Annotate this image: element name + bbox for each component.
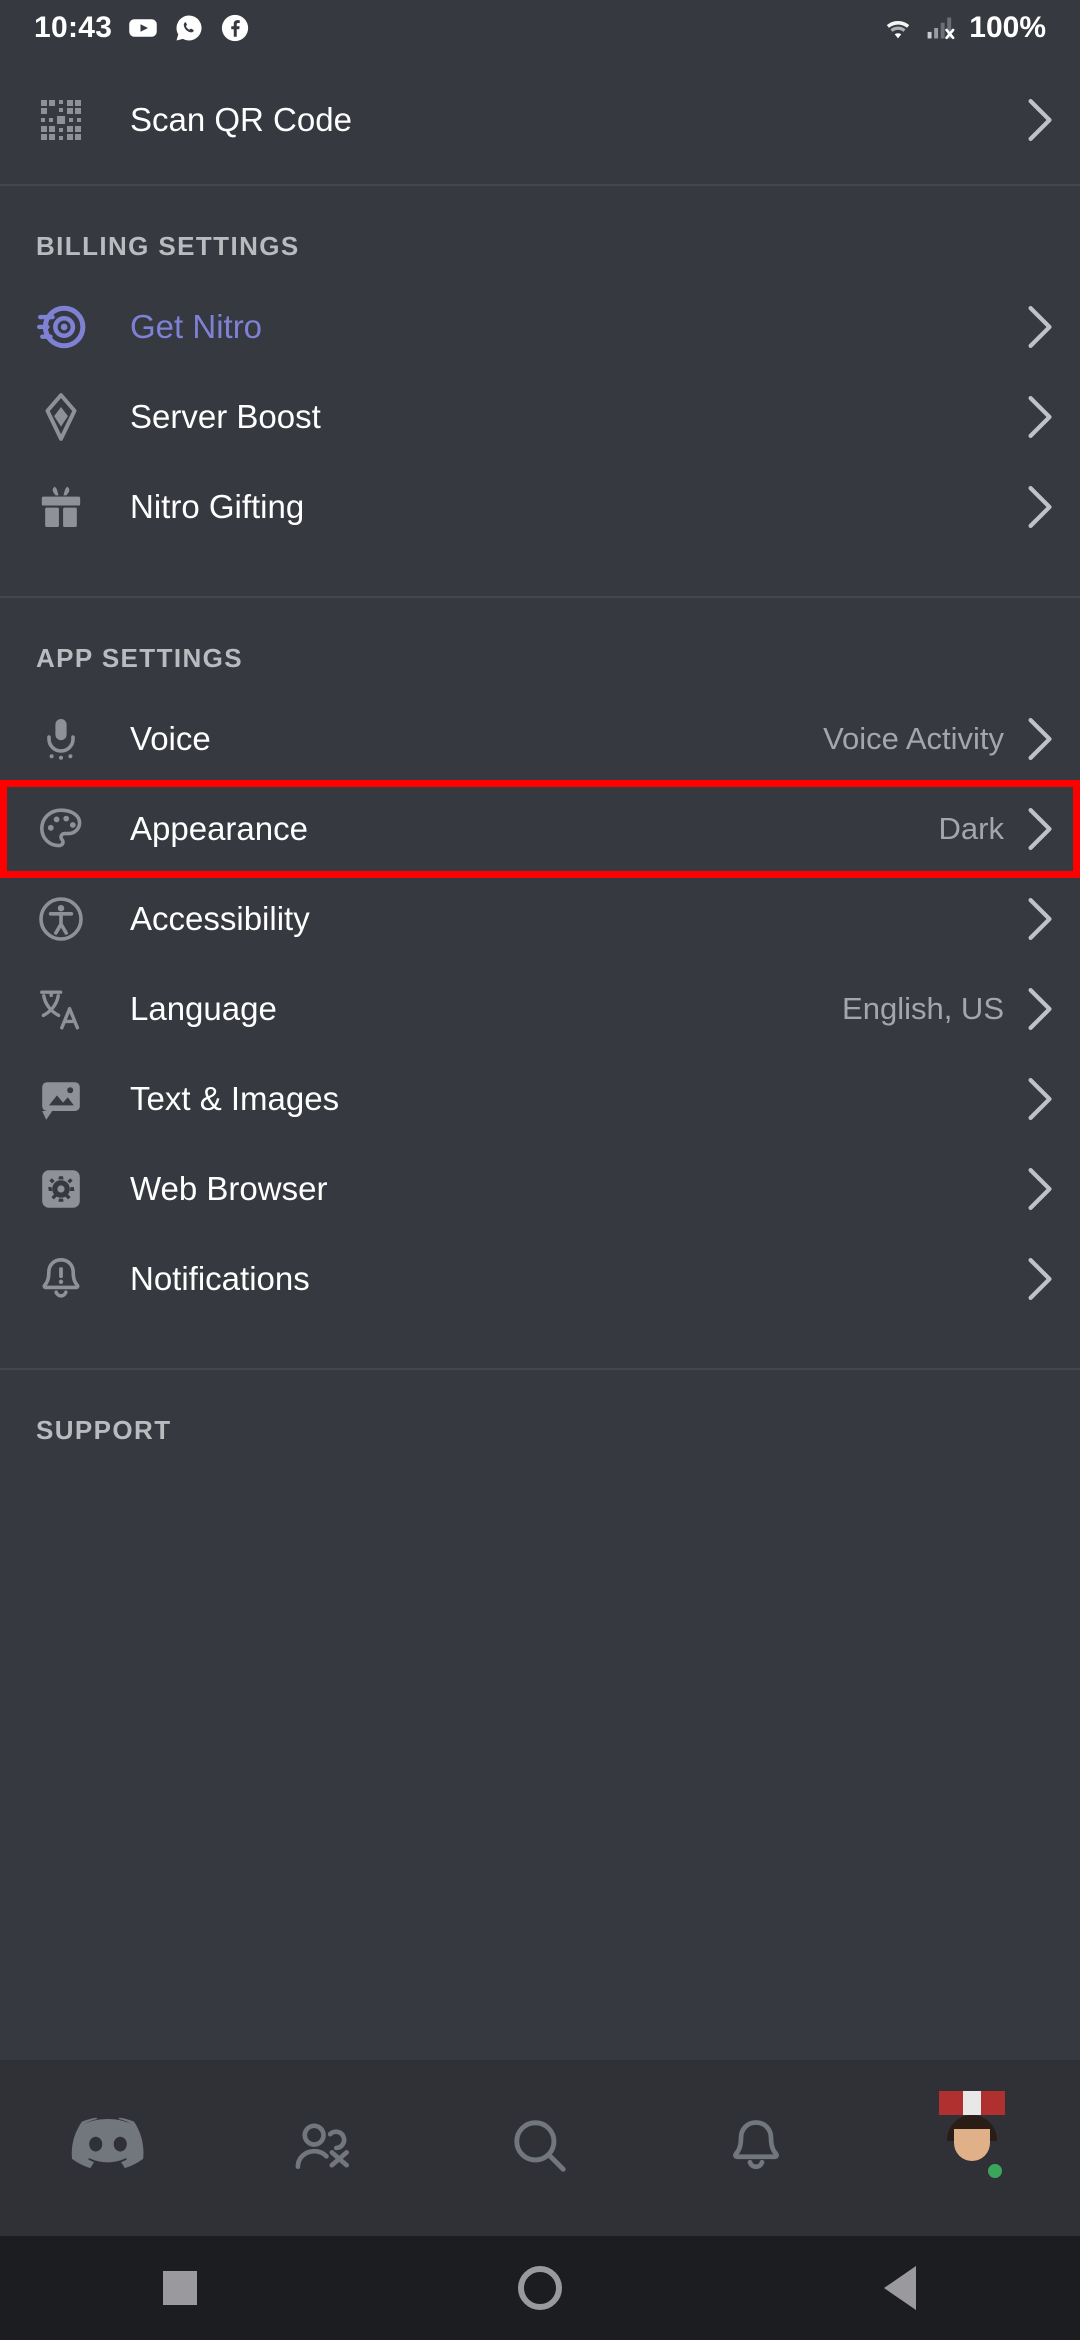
billing-settings-header: BILLING SETTINGS <box>36 231 300 261</box>
settings-row-accessibility[interactable]: Accessibility <box>0 874 1080 964</box>
chevron-right-icon <box>1026 988 1052 1030</box>
facebook-icon <box>220 13 250 43</box>
bell-icon <box>726 2116 786 2181</box>
microphone-icon <box>34 712 88 766</box>
settings-row-label: Accessibility <box>130 900 310 937</box>
settings-row-get-nitro[interactable]: Get Nitro <box>0 282 1080 372</box>
support-header: SUPPORT <box>36 1415 172 1445</box>
settings-row-value: English, US <box>842 991 1004 1026</box>
settings-row-web-browser[interactable]: Web Browser <box>0 1144 1080 1234</box>
chevron-right-icon <box>1026 1078 1052 1120</box>
circle-icon <box>518 2266 562 2310</box>
settings-row-notifications[interactable]: Notifications <box>0 1234 1080 1324</box>
profile-tab[interactable] <box>864 2060 1080 2236</box>
search-tab[interactable] <box>432 2060 648 2236</box>
bottom-navigation-bar <box>0 2060 1080 2236</box>
cellular-no-signal-icon <box>925 13 959 43</box>
settings-row-appearance[interactable]: Appearance Dark <box>0 780 1080 878</box>
chevron-right-icon <box>1026 1258 1052 1300</box>
triangle-back-icon <box>884 2266 916 2310</box>
phone-screen: 10:43 100% Scan QR Code BILLING SETTINGS… <box>0 0 1080 2340</box>
settings-row-label: Appearance <box>130 810 308 847</box>
settings-row-label: Nitro Gifting <box>130 488 305 525</box>
app-settings-section: APP SETTINGS Voice Voice Activity Appear… <box>0 598 1080 1368</box>
status-bar-clock: 10:43 <box>34 11 113 44</box>
settings-row-label: Language <box>130 990 277 1027</box>
browser-gear-icon <box>34 1162 88 1216</box>
image-icon <box>34 1072 88 1126</box>
settings-row-voice[interactable]: Voice Voice Activity <box>0 694 1080 784</box>
app-settings-header: APP SETTINGS <box>36 643 244 673</box>
servers-tab[interactable] <box>0 2060 216 2236</box>
qr-code-icon <box>34 93 88 147</box>
youtube-icon <box>128 13 158 43</box>
chevron-right-icon <box>1026 898 1052 940</box>
square-icon <box>163 2271 197 2305</box>
settings-row-label: Get Nitro <box>130 308 263 345</box>
android-navigation-bar <box>0 2236 1080 2340</box>
settings-row-scan-qr-code[interactable]: Scan QR Code <box>0 56 1080 184</box>
top-section: Scan QR Code <box>0 56 1080 184</box>
chevron-right-icon <box>1026 306 1052 348</box>
chevron-right-icon <box>1026 1168 1052 1210</box>
whatsapp-icon <box>174 13 204 43</box>
chevron-right-icon <box>1026 396 1052 438</box>
chevron-right-icon <box>1026 808 1052 850</box>
chevron-right-icon <box>1026 99 1052 141</box>
settings-scroll-area[interactable]: Scan QR Code BILLING SETTINGS Get Nitro … <box>0 56 1080 2060</box>
billing-settings-section: BILLING SETTINGS Get Nitro Server Boost … <box>0 186 1080 596</box>
nitro-wheel-icon <box>34 300 88 354</box>
discord-logo-icon <box>69 2116 147 2181</box>
back-button[interactable] <box>720 2266 1080 2310</box>
wifi-icon <box>881 13 915 43</box>
status-bar: 10:43 100% <box>0 0 1080 56</box>
accessibility-icon <box>34 892 88 946</box>
people-icon <box>292 2118 356 2179</box>
settings-row-value: Dark <box>938 811 1004 846</box>
settings-row-label: Notifications <box>130 1260 310 1297</box>
settings-row-label: Web Browser <box>130 1170 328 1207</box>
settings-row-value: Voice Activity <box>823 721 1004 756</box>
online-status-indicator <box>983 2159 1007 2183</box>
settings-row-label: Server Boost <box>130 398 321 435</box>
settings-row-server-boost[interactable]: Server Boost <box>0 372 1080 462</box>
notifications-tab[interactable] <box>648 2060 864 2236</box>
settings-row-text-and-images[interactable]: Text & Images <box>0 1054 1080 1144</box>
settings-row-nitro-gifting[interactable]: Nitro Gifting <box>0 462 1080 552</box>
chevron-right-icon <box>1026 486 1052 528</box>
status-bar-right: 100% <box>881 11 1046 45</box>
bell-icon <box>34 1252 88 1306</box>
home-button[interactable] <box>360 2266 720 2310</box>
search-icon <box>509 2115 571 2182</box>
gift-icon <box>34 480 88 534</box>
server-boost-icon <box>34 390 88 444</box>
settings-row-label: Text & Images <box>130 1080 340 1117</box>
settings-row-label: Voice <box>130 720 211 757</box>
avatar <box>939 2091 1007 2183</box>
battery-percentage: 100% <box>969 11 1046 44</box>
translate-icon <box>34 982 88 1036</box>
palette-icon <box>34 802 88 856</box>
settings-row-language[interactable]: Language English, US <box>0 964 1080 1054</box>
friends-tab[interactable] <box>216 2060 432 2236</box>
status-bar-left: 10:43 <box>34 11 250 45</box>
recent-apps-button[interactable] <box>0 2271 360 2305</box>
support-section: SUPPORT <box>0 1370 1080 1466</box>
settings-row-label: Scan QR Code <box>130 101 352 138</box>
chevron-right-icon <box>1026 718 1052 760</box>
